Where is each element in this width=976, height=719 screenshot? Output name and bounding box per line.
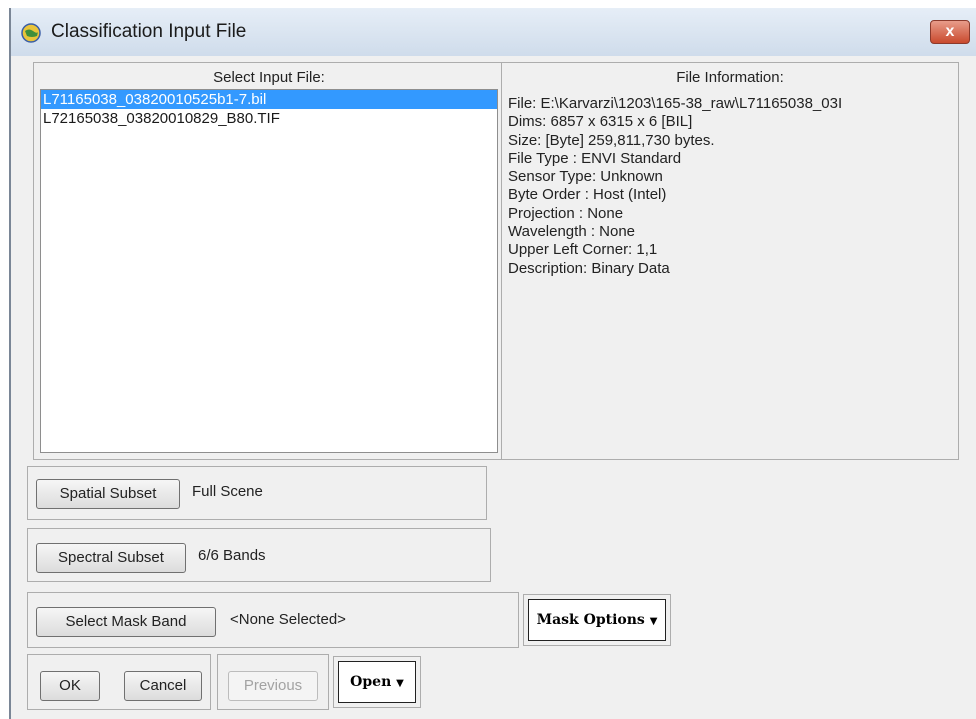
select-mask-band-button[interactable]: Select Mask Band	[36, 607, 216, 637]
spatial-subset-value: Full Scene	[192, 483, 263, 500]
spatial-subset-row: Spatial Subset Full Scene	[27, 466, 487, 520]
open-group: Open ▼	[333, 656, 421, 708]
close-icon: x	[945, 23, 955, 40]
cancel-label: Cancel	[139, 677, 187, 694]
input-file-list[interactable]: L71165038_03820010525b1-7.bil L72165038_…	[40, 89, 498, 453]
info-line: Description: Binary Data	[508, 259, 670, 277]
classification-input-dialog: Classification Input File x Select Input…	[9, 8, 976, 719]
window-title: Classification Input File	[51, 21, 247, 42]
select-mask-band-label: Select Mask Band	[65, 613, 187, 630]
close-button[interactable]: x	[930, 20, 970, 44]
spatial-subset-button[interactable]: Spatial Subset	[36, 479, 180, 509]
mask-band-row: Select Mask Band <None Selected>	[27, 592, 519, 648]
spectral-subset-button[interactable]: Spectral Subset	[36, 543, 186, 573]
info-line: Wavelength : None	[508, 223, 636, 241]
file-info-text: File: E:\Karvarzi\1203\165-38_raw\L71165…	[508, 89, 956, 453]
ok-cancel-group: OK Cancel	[27, 654, 211, 710]
spectral-subset-row: Spectral Subset 6/6 Bands	[27, 528, 491, 582]
mask-options-frame: Mask Options ▼	[523, 594, 671, 646]
input-file-header: Select Input File:	[213, 69, 325, 86]
info-line: Byte Order : Host (Intel)	[508, 186, 667, 204]
info-line: Sensor Type: Unknown	[508, 168, 663, 186]
open-button[interactable]: Open ▼	[338, 661, 416, 703]
mask-band-value: <None Selected>	[230, 611, 346, 628]
ok-button[interactable]: OK	[40, 671, 100, 701]
info-line: Size: [Byte] 259,811,730 bytes.	[508, 131, 715, 149]
list-item[interactable]: L71165038_03820010525b1-7.bil	[41, 90, 497, 109]
previous-label: Previous	[243, 677, 303, 694]
list-item[interactable]: L72165038_03820010829_B80.TIF	[41, 109, 497, 128]
previous-button[interactable]: Previous	[228, 671, 318, 701]
spectral-subset-label: Spectral Subset	[58, 549, 164, 566]
spatial-subset-label: Spatial Subset	[59, 485, 157, 502]
open-label: Open	[350, 674, 392, 690]
previous-group: Previous	[217, 654, 329, 710]
spectral-subset-value: 6/6 Bands	[198, 547, 266, 564]
mask-options-button[interactable]: Mask Options ▼	[528, 599, 666, 641]
info-line: Projection : None	[508, 204, 624, 222]
info-line: Dims: 6857 x 6315 x 6 [BIL]	[508, 113, 693, 131]
mask-options-label: Mask Options	[536, 612, 645, 628]
ok-label: OK	[59, 677, 81, 694]
input-file-panel: Select Input File: L71165038_03820010525…	[33, 62, 505, 460]
title-bar: Classification Input File x	[11, 8, 976, 56]
file-info-panel: File Information: File: E:\Karvarzi\1203…	[501, 62, 959, 460]
cancel-button[interactable]: Cancel	[124, 671, 202, 701]
info-line: File Type : ENVI Standard	[508, 149, 682, 167]
info-line: Upper Left Corner: 1,1	[508, 241, 658, 259]
info-line: File: E:\Karvarzi\1203\165-38_raw\L71165…	[508, 95, 843, 112]
chevron-down-icon: ▼	[649, 616, 658, 627]
envi-globe-icon	[21, 23, 41, 43]
file-info-header: File Information:	[676, 69, 784, 86]
chevron-down-icon: ▼	[396, 678, 404, 689]
